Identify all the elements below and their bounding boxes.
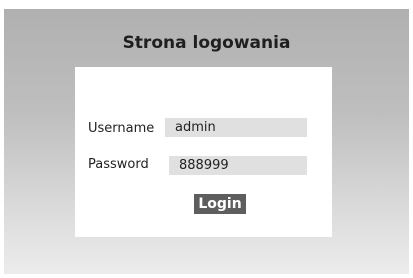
username-input[interactable] — [165, 118, 307, 137]
login-form: Username Password Login — [75, 67, 332, 237]
password-label: Password — [88, 157, 149, 172]
page-title: Strona logowania — [122, 33, 291, 53]
login-button[interactable]: Login — [194, 194, 246, 214]
login-page-background: Strona logowania Username Password Login — [4, 9, 409, 274]
password-input[interactable] — [169, 156, 307, 175]
username-label: Username — [88, 121, 155, 136]
